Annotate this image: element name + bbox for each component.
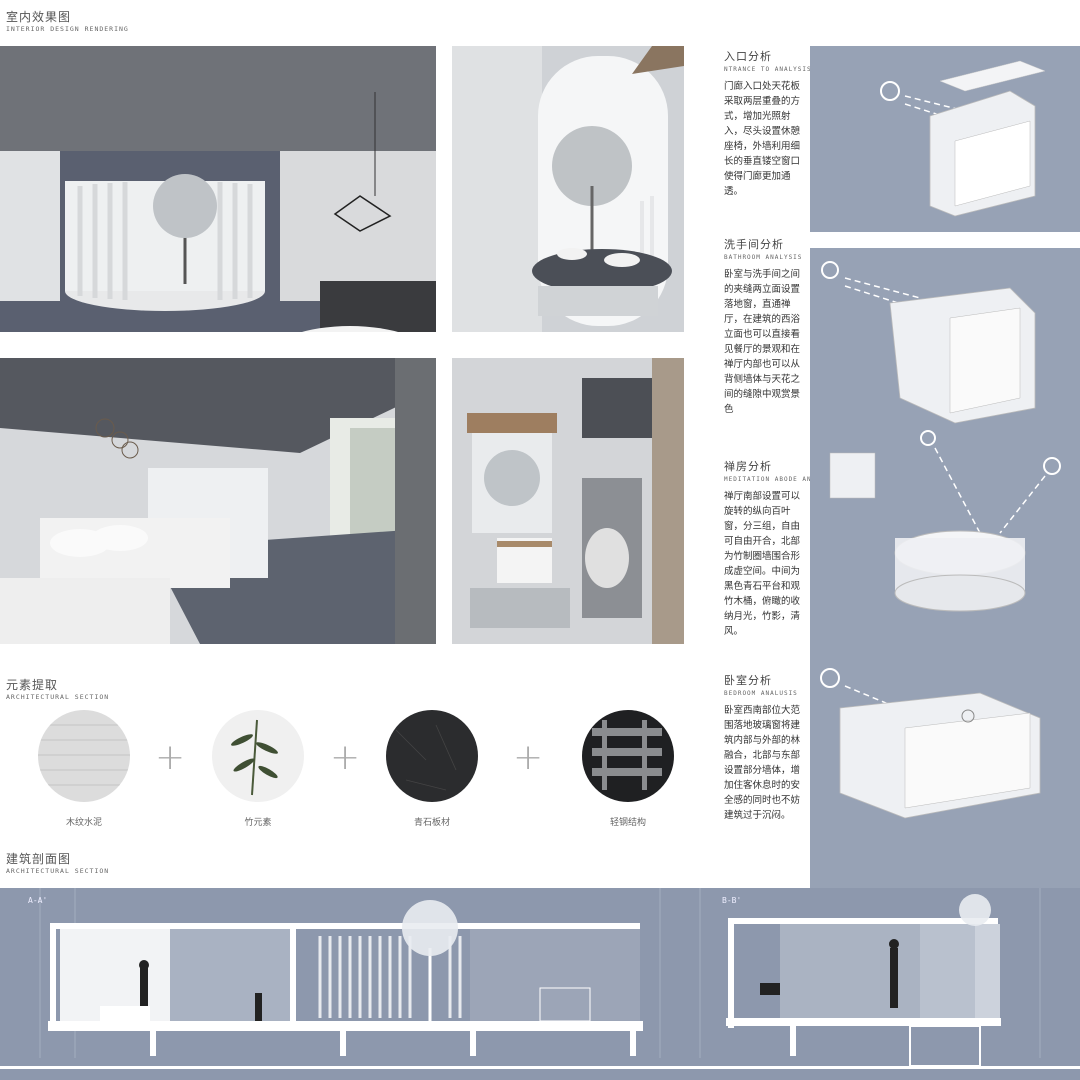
entrance-analysis: 入口分析 NTRANCE TO ANALYSIS 门廊入口处天花板采取两层重叠的… [724,48,812,199]
rendering-living-room [0,46,436,332]
entrance-subtitle: NTRANCE TO ANALYSIS [724,66,812,73]
light-steel-swatch [582,710,674,802]
section-subtitle: ARCHITECTURAL SECTION [6,867,110,875]
entrance-diagram [810,46,1080,232]
analysis-diagrams-panel [810,248,1080,888]
interior-header: 室内效果图 INTERIOR DESIGN RENDERING [6,8,129,33]
entrance-text: 门廊入口处天花板采取两层重叠的方式，增加光照射入，尽头设置休憩座椅，外墙利用细长… [724,81,801,197]
bathroom-analysis: 洗手间分析 BATHROOM ANALYSIS 卧室与洗手间之间的夹缝两立面设置… [724,236,804,417]
element-label: 木纹水泥 [65,818,102,828]
interior-title: 室内效果图 [6,10,72,24]
element-label: 竹元素 [244,818,272,828]
bluestone-swatch [386,710,478,802]
plus-icon: + [513,737,544,778]
plus-icon: + [330,737,361,778]
bathroom-subtitle: BATHROOM ANALYSIS [724,254,803,261]
rendering-bedroom [0,358,436,644]
entrance-title: 入口分析 [724,50,772,63]
section-header: 建筑剖面图 ARCHITECTURAL SECTION [6,850,109,875]
section-drawing: A-A' B-B' [0,888,1080,1080]
section-a-label: A-A' [28,896,48,905]
element-label: 轻钢结构 [609,818,646,828]
elements-subtitle: ARCHITECTURAL SECTION [6,693,110,701]
section-title: 建筑剖面图 [6,852,72,866]
rendering-courtyard-window [452,46,684,332]
rendering-bathroom [452,358,684,644]
bedroom-subtitle: BEDROOM ANALUSIS [724,690,798,697]
bedroom-text: 卧室西南部位大范围落地玻璃窗将建筑内部与外部的林融合，北部与东部设置部分墙体，增… [724,705,801,821]
section-b-label: B-B' [722,896,742,905]
bathroom-text: 卧室与洗手间之间的夹缝两立面设置落地窗，直通禅厅，在建筑的西浴立面也可以直接看见… [724,269,801,415]
bedroom-analysis: 卧室分析 BEDROOM ANALUSIS 卧室西南部位大范围落地玻璃窗将建筑内… [724,672,804,823]
bedroom-title: 卧室分析 [724,674,772,687]
bathroom-title: 洗手间分析 [724,238,784,251]
element-label: 青石板材 [413,818,450,828]
interior-subtitle: INTERIOR DESIGN RENDERING [6,25,129,33]
elements-header: 元素提取 ARCHITECTURAL SECTION [6,676,109,701]
elements-title: 元素提取 [6,678,59,692]
bamboo-swatch [212,710,304,802]
meditation-text: 禅厅南部设置可以旋转的纵向百叶窗，分三组，自由可自由开合，北部为竹制圈墙围合形成… [724,491,801,637]
plus-icon: + [155,737,186,778]
wood-grain-concrete-swatch [38,710,130,802]
